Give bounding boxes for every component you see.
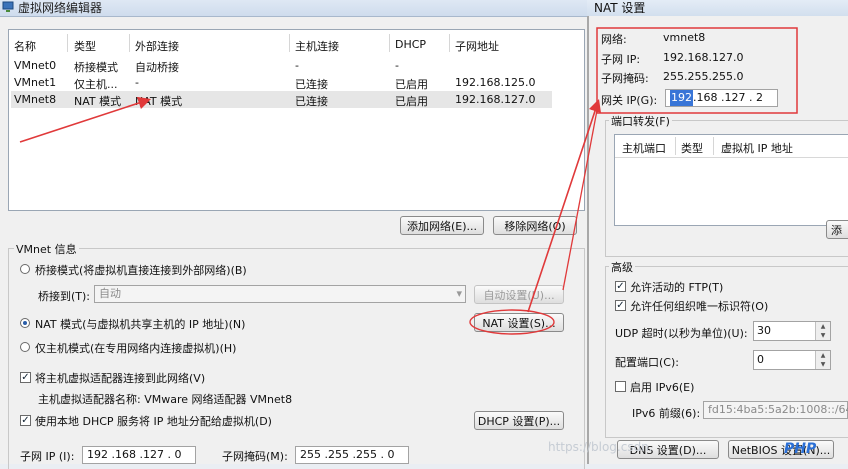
column-header-subnet[interactable]: 子网地址 (455, 38, 499, 54)
enable-ipv6-checkbox[interactable] (615, 381, 626, 392)
cell-dhcp: - (395, 59, 399, 72)
nat-settings-button[interactable]: NAT 设置(S)... (474, 313, 564, 332)
connect-adapter-checkbox[interactable]: ✓ (20, 372, 31, 383)
dialog-title: NAT 设置 (594, 1, 646, 15)
add-network-button[interactable]: 添加网络(E)... (400, 216, 484, 235)
port-forwarding-table[interactable]: 主机端口 类型 虚拟机 IP 地址 (614, 134, 848, 226)
nat-subnet-ip-label: 子网 IP: (601, 53, 641, 66)
dhcp-settings-button[interactable]: DHCP 设置(P)... (474, 411, 564, 430)
bridged-radio[interactable] (20, 264, 30, 274)
cell-host: 已连接 (295, 95, 328, 108)
port-forwarding-legend: 端口转发(F) (609, 113, 672, 129)
cell-host: 已连接 (295, 78, 328, 91)
column-separator (289, 34, 290, 52)
enable-ipv6-label[interactable]: 启用 IPv6(E) (630, 379, 694, 395)
host-only-radio[interactable] (20, 342, 30, 352)
nat-radio-label[interactable]: NAT 模式(与虚拟机共享主机的 IP 地址)(N) (35, 316, 245, 332)
cell-external: NAT 模式 (135, 95, 183, 108)
network-table[interactable]: 名称 类型 外部连接 主机连接 DHCP 子网地址 VMnet0 桥接模式 自动… (8, 29, 585, 211)
network-label: 网络: (601, 33, 627, 46)
auto-settings-button[interactable]: 自动设置(U)... (474, 285, 564, 304)
ipv6-prefix-label: IPv6 前缀(6): (632, 407, 701, 420)
use-dhcp-checkbox[interactable]: ✓ (20, 415, 31, 426)
subnet-ip-field[interactable]: 192 .168 .127 . 0 (82, 446, 196, 464)
gateway-ip-field[interactable]: 192 .168 .127 . 2 (665, 89, 778, 107)
column-separator (449, 34, 450, 52)
use-dhcp-label[interactable]: 使用本地 DHCP 服务将 IP 地址分配给虚拟机(D) (35, 413, 272, 429)
column-header-type[interactable]: 类型 (681, 140, 703, 156)
header-divider (615, 157, 848, 158)
bridged-to-label: 桥接到(T): (38, 290, 91, 303)
host-only-radio-label[interactable]: 仅主机模式(在专用网络内连接虚拟机)(H) (35, 340, 236, 356)
cell-subnet: 192.168.127.0 (455, 93, 536, 106)
window-title: 虚拟网络编辑器 (18, 1, 103, 15)
column-header-dhcp[interactable]: DHCP (395, 38, 426, 51)
cell-name: VMnet8 (14, 93, 57, 106)
udp-timeout-label: UDP 超时(以秒为单位)(U): (615, 327, 748, 340)
udp-timeout-value: 30 (757, 324, 771, 337)
udp-timeout-stepper[interactable]: 30 ▲ ▼ (753, 321, 831, 341)
column-header-host-port[interactable]: 主机端口 (622, 140, 666, 156)
column-separator (67, 34, 68, 52)
vmnet-info-group (8, 248, 585, 469)
config-port-label: 配置端口(C): (615, 356, 679, 369)
network-value: vmnet8 (663, 31, 706, 44)
gateway-ip-label: 网关 IP(G): (601, 94, 658, 107)
column-header-type[interactable]: 类型 (74, 38, 96, 54)
cell-subnet: 192.168.125.0 (455, 76, 536, 89)
cell-type: 桥接模式 (74, 61, 118, 74)
bridged-radio-label[interactable]: 桥接模式(将虚拟机直接连接到外部网络)(B) (35, 262, 247, 278)
advanced-legend: 高级 (609, 259, 635, 275)
remove-network-button[interactable]: 移除网络(O) (493, 216, 577, 235)
column-separator (389, 34, 390, 52)
vmnet-info-legend: VMnet 信息 (14, 241, 79, 257)
config-port-stepper[interactable]: 0 ▲ ▼ (753, 350, 831, 370)
cell-name: VMnet0 (14, 59, 57, 72)
cell-type: NAT 模式 (74, 95, 122, 108)
bridged-to-value: 自动 (99, 287, 121, 300)
subnet-mask-field[interactable]: 255 .255 .255 . 0 (295, 446, 409, 464)
column-header-external[interactable]: 外部连接 (135, 38, 179, 54)
allow-ftp-checkbox[interactable]: ✓ (615, 281, 626, 292)
column-separator (713, 137, 714, 155)
cell-host: - (295, 59, 299, 72)
cell-external: 自动桥接 (135, 61, 179, 74)
ipv6-prefix-field[interactable]: fd15:4ba5:5a2b:1008::/64 (703, 401, 848, 419)
column-separator (675, 137, 676, 155)
subnet-mask-label: 子网掩码(M): (222, 450, 288, 463)
subnet-ip-label: 子网 IP (I): (20, 450, 75, 463)
cell-external: - (135, 76, 139, 89)
nat-subnet-mask-value: 255.255.255.0 (663, 70, 744, 83)
cell-type: 仅主机... (74, 78, 118, 91)
column-header-vm-ip[interactable]: 虚拟机 IP 地址 (721, 140, 793, 156)
cell-dhcp: 已启用 (395, 95, 428, 108)
add-port-forward-button[interactable]: 添 (826, 220, 848, 239)
cell-name: VMnet1 (14, 76, 57, 89)
spin-arrows-icon[interactable]: ▲ ▼ (815, 351, 830, 369)
column-header-name[interactable]: 名称 (14, 38, 36, 54)
nat-radio[interactable] (20, 318, 30, 328)
column-separator (129, 34, 130, 52)
bridged-to-select[interactable]: 自动 ▾ (94, 285, 466, 303)
watermark-text: https://blog.csdn. (548, 440, 653, 454)
chevron-down-icon: ▾ (456, 287, 462, 300)
network-app-icon (2, 1, 14, 12)
php-logo: PHP (784, 441, 817, 457)
adapter-name-text: 主机虚拟适配器名称: VMware 网络适配器 VMnet8 (38, 393, 293, 406)
allow-oui-label[interactable]: 允许任何组织唯一标识符(O) (630, 298, 768, 314)
gateway-octets-rest: .168 .127 . 2 (693, 91, 763, 104)
allow-ftp-label[interactable]: 允许活动的 FTP(T) (630, 279, 723, 295)
connect-adapter-label[interactable]: 将主机虚拟适配器连接到此网络(V) (35, 370, 205, 386)
spin-arrows-icon[interactable]: ▲ ▼ (815, 322, 830, 340)
gateway-octet-selected: 192 (670, 90, 693, 106)
cell-dhcp: 已启用 (395, 78, 428, 91)
nat-subnet-mask-label: 子网掩码: (601, 72, 649, 85)
netbios-settings-button[interactable]: NetBIOS 设置(N)... (728, 440, 834, 459)
config-port-value: 0 (757, 353, 764, 366)
allow-oui-checkbox[interactable]: ✓ (615, 300, 626, 311)
column-header-host[interactable]: 主机连接 (295, 38, 339, 54)
nat-subnet-ip-value: 192.168.127.0 (663, 51, 744, 64)
